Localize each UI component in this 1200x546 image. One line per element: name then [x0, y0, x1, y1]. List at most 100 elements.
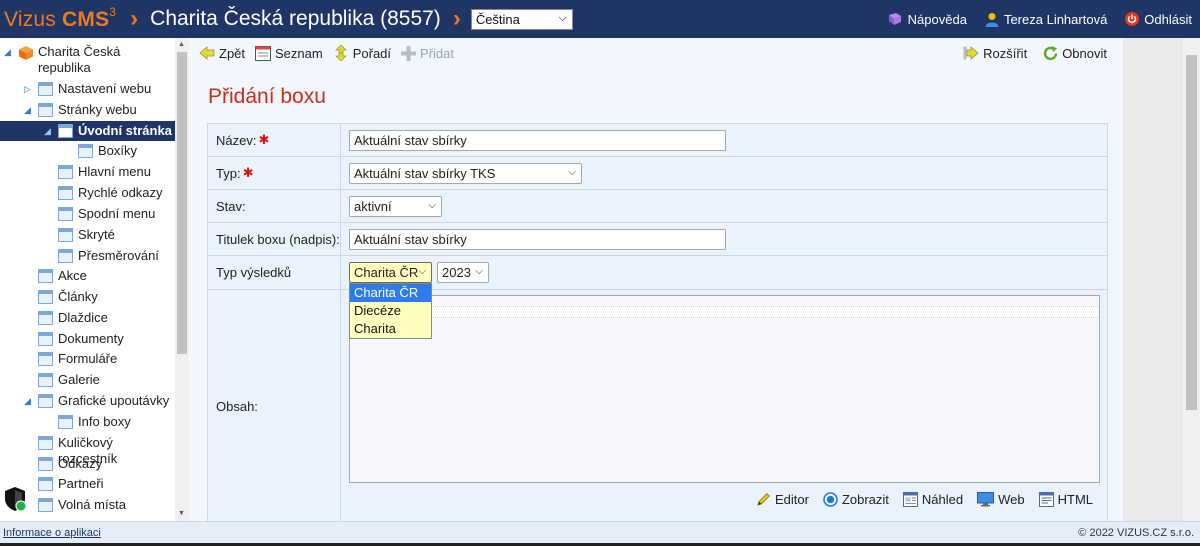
- sidebar-item-gallery[interactable]: Galerie: [38, 372, 100, 388]
- sidebar-item-label: Přesměrování: [78, 248, 159, 263]
- sidebar-item-label: Formuláře: [58, 351, 118, 366]
- sidebar-item-site-settings[interactable]: ▷ Nastavení webu: [24, 81, 151, 97]
- breadcrumb-chevron-icon: ›: [130, 5, 139, 32]
- sidebar-item-jobs[interactable]: Volná místa: [38, 497, 126, 513]
- plus-icon: [401, 45, 417, 61]
- web-mode-button[interactable]: Web: [977, 492, 1025, 507]
- result-option-diecese[interactable]: Diecéze: [350, 302, 431, 320]
- page-icon: [58, 165, 73, 179]
- main-scroll-thumb[interactable]: [1186, 55, 1197, 410]
- sidebar-item-label: Články: [58, 289, 98, 304]
- security-shield-icon[interactable]: [3, 486, 27, 512]
- preview-window-icon: [902, 492, 918, 507]
- required-asterisk-icon: ✱: [242, 165, 254, 180]
- html-mode-button[interactable]: HTML: [1038, 492, 1093, 507]
- page-icon: [78, 144, 93, 158]
- scroll-down-arrow-icon[interactable]: ▼: [178, 510, 185, 517]
- sidebar-item-boxes[interactable]: Boxíky: [78, 143, 137, 159]
- sidebar-item-redirects[interactable]: Přesměrování: [58, 248, 159, 264]
- preview-mode-button[interactable]: Náhled: [902, 492, 964, 507]
- main-scrollbar[interactable]: [1183, 38, 1200, 521]
- type-select-value: Aktuální stav sbírky TKS: [354, 166, 496, 181]
- html-mode-label: HTML: [1057, 492, 1093, 507]
- year-select[interactable]: 2023 ⌵: [437, 262, 489, 283]
- type-select[interactable]: Aktuální stav sbírky TKS ⌵: [349, 163, 582, 184]
- result-type-select[interactable]: Charita ČR ⌵: [349, 262, 432, 283]
- result-type-dropdown: Charita ČR Diecéze Charita: [349, 283, 432, 339]
- sidebar-item-label: Rychlé odkazy: [78, 185, 163, 200]
- site-name: Charita Česká republika (8557): [150, 7, 441, 30]
- sidebar-item-label: Partneři: [58, 476, 104, 491]
- list-label: Seznam: [275, 45, 323, 61]
- preview-mode-label: Náhled: [921, 492, 964, 507]
- tree-root-label: Charita Česká republika: [38, 44, 121, 75]
- expand-button[interactable]: Rozšířit: [963, 46, 1027, 61]
- sidebar-item-partners[interactable]: Partneři: [38, 476, 104, 492]
- sidebar-item-quick-links[interactable]: Rychlé odkazy: [58, 185, 163, 201]
- arrow-left-icon: [199, 46, 215, 60]
- pencil-icon: [757, 493, 770, 506]
- add-label: Přidat: [420, 45, 454, 61]
- sidebar-item-graphic-teasers[interactable]: ◢ Grafické upoutávky: [24, 393, 169, 409]
- content-label: Obsah:: [208, 290, 341, 522]
- sidebar-item-events[interactable]: Akce: [38, 268, 87, 284]
- sidebar-item-forms[interactable]: Formuláře: [38, 351, 117, 367]
- type-label-text: Typ:: [216, 165, 241, 181]
- back-button[interactable]: Zpět: [199, 46, 245, 61]
- app-logo[interactable]: Vizus CMS3: [4, 5, 116, 32]
- sidebar-item-hidden[interactable]: Skryté: [58, 227, 115, 243]
- site-cube-icon: [19, 46, 33, 60]
- logout-link[interactable]: Odhlásit: [1125, 12, 1192, 27]
- tree-root[interactable]: ◢ Charita Česká republika: [4, 44, 174, 76]
- sidebar-item-info-boxes[interactable]: Info boxy: [58, 414, 131, 430]
- refresh-label: Obnovit: [1062, 45, 1107, 61]
- order-button[interactable]: Pořadí: [333, 45, 391, 61]
- tree-expanded-icon: ◢: [4, 47, 11, 57]
- page-icon: [38, 332, 53, 346]
- help-link[interactable]: Nápověda: [887, 12, 967, 27]
- page-icon: [38, 457, 53, 471]
- editor-mode-button[interactable]: Editor: [756, 492, 809, 507]
- refresh-button[interactable]: Obnovit: [1043, 45, 1107, 61]
- html-code-icon: [1038, 492, 1054, 507]
- page-icon: [38, 436, 53, 450]
- sidebar-scrollbar[interactable]: ▲ ▼: [175, 38, 189, 521]
- result-option-charita[interactable]: Charita: [350, 320, 431, 338]
- scroll-up-arrow-icon[interactable]: ▲: [178, 41, 185, 48]
- page-title: Přidání boxu: [208, 85, 326, 108]
- sidebar-item-label: Galerie: [58, 372, 100, 387]
- sidebar-scroll-thumb[interactable]: [177, 52, 187, 354]
- name-input[interactable]: Aktuální stav sbírky: [349, 130, 726, 151]
- user-link[interactable]: Tereza Linhartová: [985, 12, 1107, 27]
- page-icon: [58, 228, 73, 242]
- sidebar-item-site-pages[interactable]: ◢ Stránky webu: [24, 102, 137, 118]
- status-select[interactable]: aktivní ⌵: [349, 196, 442, 217]
- page-icon: [58, 124, 73, 138]
- sidebar-item-bottom-menu[interactable]: Spodní menu: [58, 206, 155, 222]
- result-option-charita-cr[interactable]: Charita ČR: [350, 284, 431, 302]
- sidebar-item-main-menu[interactable]: Hlavní menu: [58, 164, 151, 180]
- app-info-link[interactable]: Informace o aplikaci: [3, 527, 101, 539]
- sidebar-item-links[interactable]: Odkazy: [38, 456, 102, 472]
- language-select[interactable]: Čeština ⌵: [470, 8, 573, 30]
- form-row-name: Název: ✱ Aktuální stav sbírky: [208, 124, 1107, 157]
- toolbar: Zpět Seznam Pořadí Přidat Rozšířit Obnov…: [189, 38, 1123, 68]
- name-input-value: Aktuální stav sbírky: [354, 133, 467, 148]
- box-title-input[interactable]: Aktuální stav sbírky: [349, 229, 726, 250]
- sidebar-item-label: Stránky webu: [58, 102, 137, 117]
- form-row-status: Stav: aktivní ⌵: [208, 190, 1107, 223]
- page-icon: [38, 498, 53, 512]
- sidebar-item-homepage[interactable]: ◢ Úvodní stránka: [0, 121, 175, 141]
- add-button[interactable]: Přidat: [401, 45, 454, 61]
- year-select-value: 2023: [442, 265, 471, 280]
- content-editor[interactable]: [349, 295, 1100, 483]
- sidebar-item-articles[interactable]: Články: [38, 289, 98, 305]
- show-mode-button[interactable]: Zobrazit: [823, 492, 889, 507]
- list-button[interactable]: Seznam: [255, 45, 323, 61]
- page-icon: [38, 82, 53, 96]
- order-arrows-icon: [334, 45, 347, 61]
- chevron-down-icon: ⌵: [475, 266, 483, 277]
- sidebar-item-documents[interactable]: Dokumenty: [38, 331, 124, 347]
- sidebar-item-tiles[interactable]: Dlaždice: [38, 310, 108, 326]
- tree-expanded-icon: ◢: [24, 396, 31, 406]
